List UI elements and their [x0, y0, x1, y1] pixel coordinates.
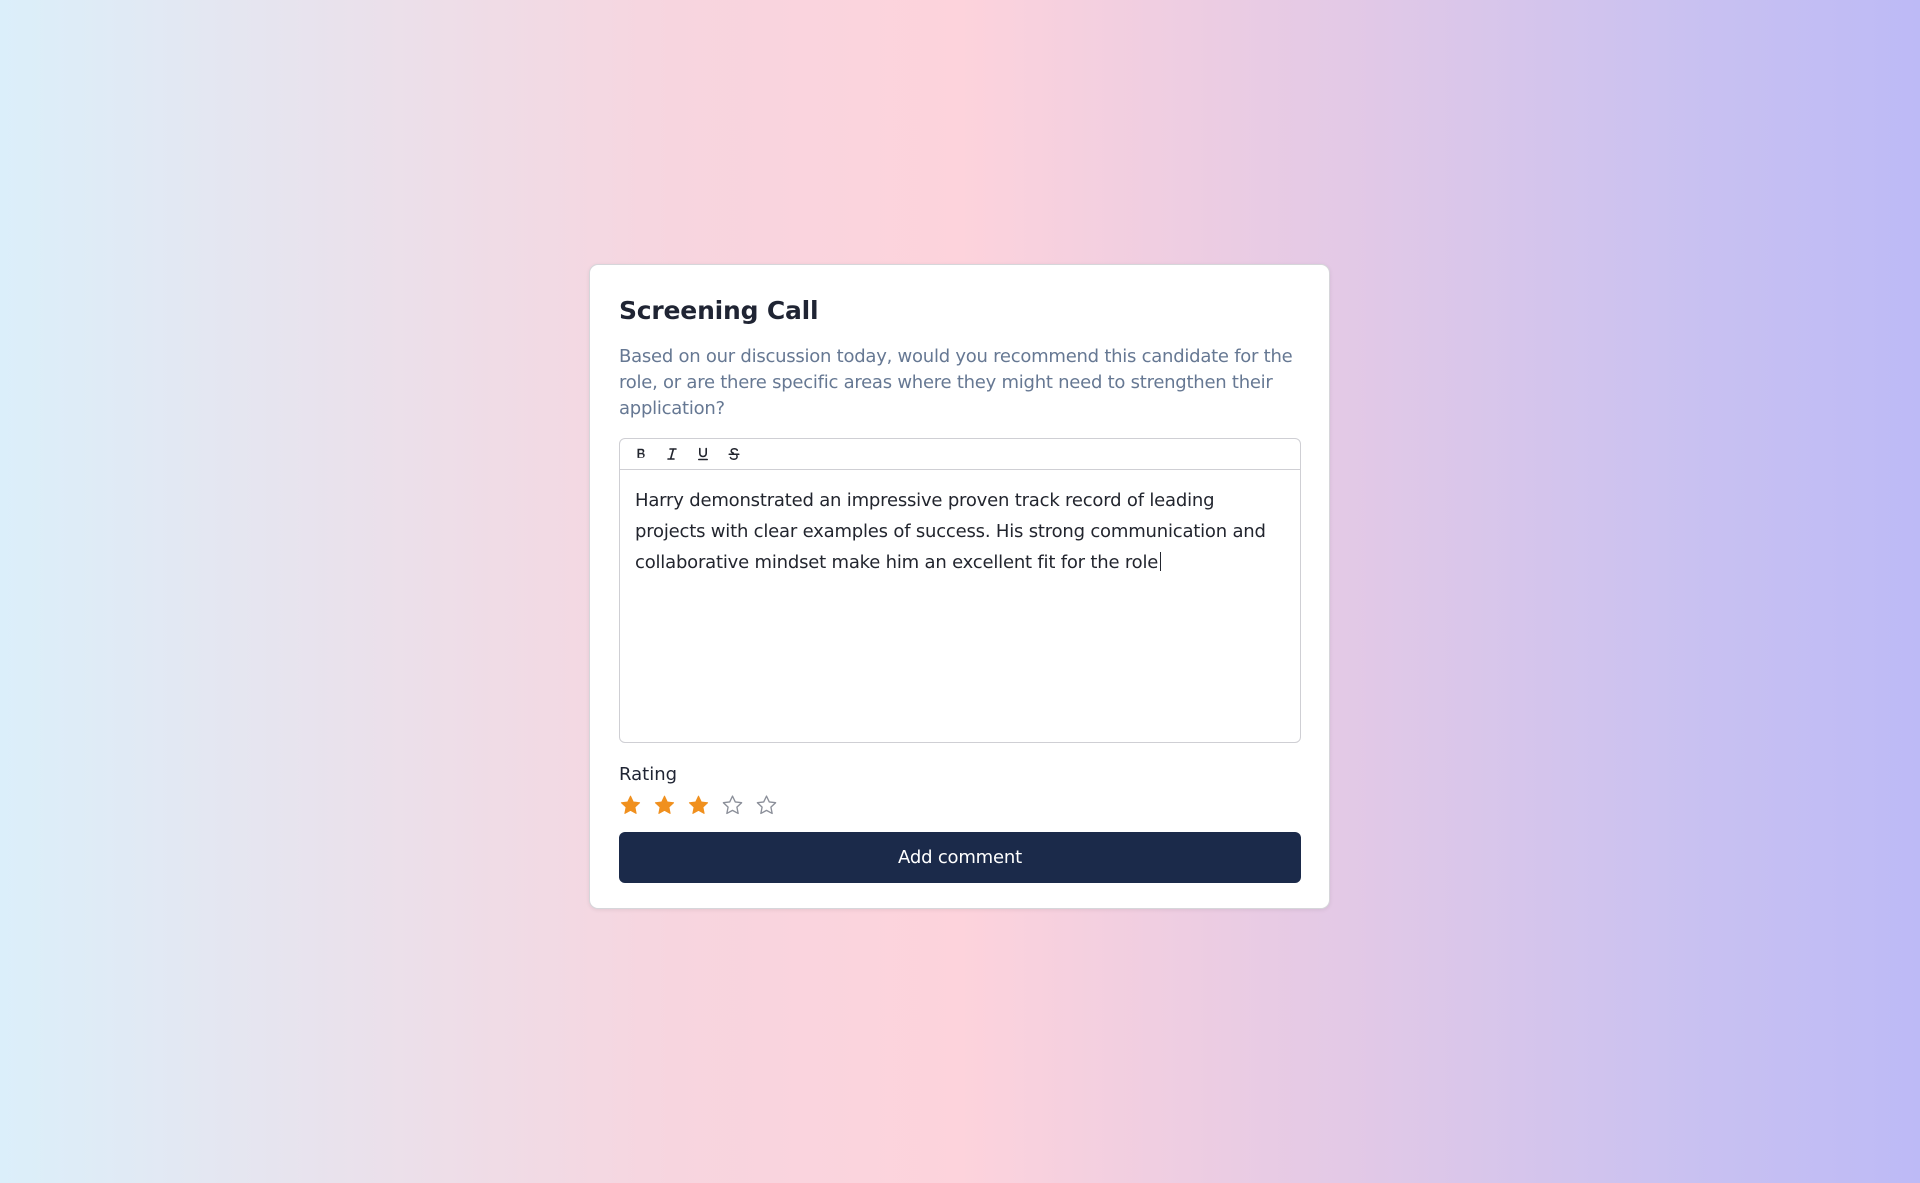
italic-button[interactable]: [663, 445, 681, 463]
bold-icon: [637, 448, 645, 458]
bold-button[interactable]: [632, 445, 650, 463]
star-empty-icon[interactable]: [755, 794, 778, 817]
star-filled-icon[interactable]: [687, 794, 710, 817]
rating-label: Rating: [619, 764, 678, 785]
rich-text-editor: Harry demonstrated an impressive proven …: [619, 438, 1301, 743]
question-text: Based on our discussion today, would you…: [619, 346, 1293, 419]
star-filled-icon[interactable]: [619, 794, 642, 817]
strikethrough-icon: [728, 448, 740, 460]
comment-textarea[interactable]: Harry demonstrated an impressive proven …: [620, 470, 1300, 593]
card-title: Screening Call: [619, 296, 819, 325]
star-filled-icon[interactable]: [653, 794, 676, 817]
editor-toolbar: [620, 439, 1300, 470]
comment-card: Screening Call Based on our discussion t…: [589, 264, 1330, 909]
text-caret: [1160, 552, 1162, 571]
underline-icon: [698, 447, 708, 461]
add-comment-button[interactable]: Add comment: [619, 832, 1301, 883]
strikethrough-button[interactable]: [725, 445, 743, 463]
italic-icon: [667, 448, 677, 460]
star-empty-icon[interactable]: [721, 794, 744, 817]
rating-stars: [619, 793, 1300, 817]
underline-button[interactable]: [694, 445, 712, 463]
comment-text: Harry demonstrated an impressive proven …: [635, 490, 1266, 573]
